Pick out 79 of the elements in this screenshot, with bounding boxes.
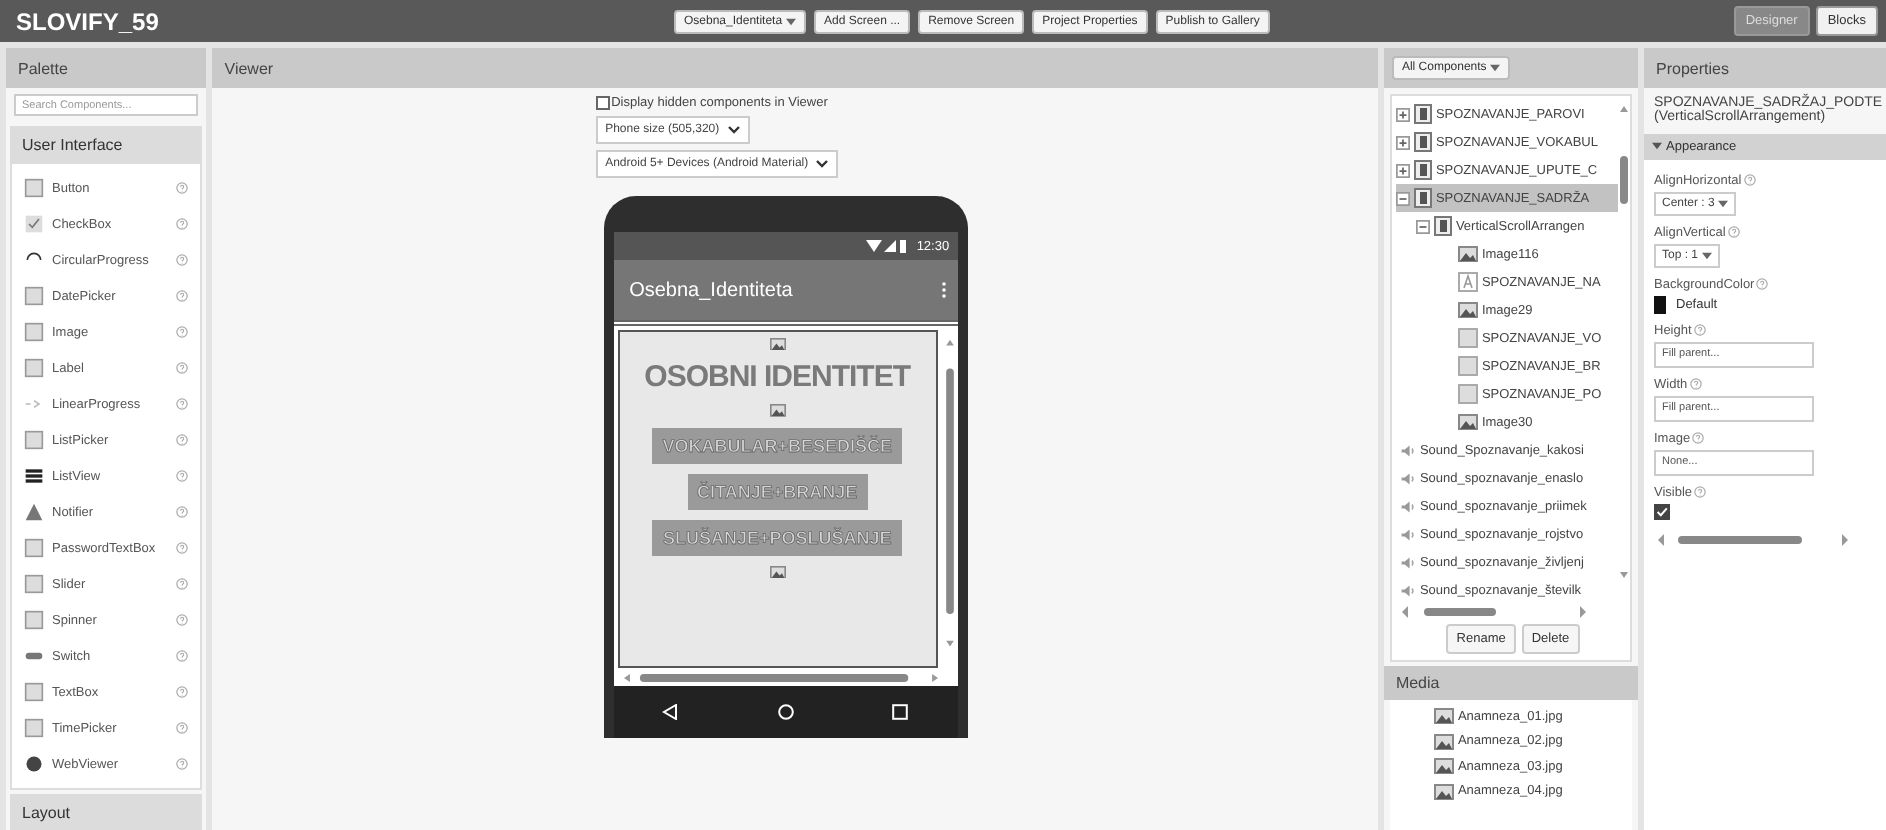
image-icon: [1433, 758, 1454, 775]
help-icon[interactable]: [176, 290, 189, 302]
screen-heading: OSOBNI IDENTITET: [644, 360, 911, 395]
help-icon[interactable]: [176, 470, 189, 482]
caret-icon: [1718, 199, 1729, 208]
image-icon: [769, 404, 786, 418]
speaker-icon: [1399, 443, 1416, 457]
label-icon: [1457, 272, 1478, 292]
panel-header: Viewer: [212, 48, 1378, 88]
help-icon[interactable]: [176, 758, 189, 770]
help-icon[interactable]: [1727, 225, 1740, 238]
scrollbar[interactable]: [1654, 531, 1854, 548]
recents-icon[interactable]: [891, 704, 908, 720]
image-icon: [1457, 246, 1478, 262]
component-icon: [24, 394, 44, 414]
speaker-icon: [1399, 471, 1416, 485]
help-icon[interactable]: [176, 326, 189, 338]
image-icon: [1433, 708, 1454, 725]
help-icon[interactable]: [176, 254, 189, 266]
help-icon[interactable]: [176, 182, 189, 194]
component-icon: [24, 178, 44, 198]
panel-header: Palette: [6, 48, 207, 88]
help-icon[interactable]: [1743, 173, 1756, 186]
speaker-icon: [1399, 555, 1416, 569]
help-icon[interactable]: [1756, 277, 1769, 290]
help-icon[interactable]: [176, 398, 189, 410]
checkbox[interactable]: [1654, 503, 1670, 520]
help-icon[interactable]: [176, 542, 189, 554]
help-icon[interactable]: [176, 218, 189, 230]
speaker-icon: [1399, 583, 1416, 597]
button-icon: [1457, 328, 1478, 348]
warning-icon: [24, 502, 44, 522]
expand-icon[interactable]: [1395, 163, 1410, 177]
image-icon: [1457, 302, 1478, 318]
speaker-icon: [1399, 527, 1416, 541]
expand-icon[interactable]: [1395, 135, 1410, 149]
menu-icon[interactable]: [941, 282, 946, 298]
caret-icon: [1490, 64, 1501, 72]
image-icon: [769, 338, 786, 351]
help-icon[interactable]: [1694, 485, 1707, 498]
chevron-icon: [816, 160, 829, 168]
panel-header: Media: [1383, 666, 1638, 700]
image-icon: [769, 565, 786, 579]
app-title: SLOVIFY_59: [16, 7, 161, 35]
color-swatch[interactable]: [1654, 295, 1666, 314]
category-header[interactable]: User Interface: [10, 126, 203, 162]
help-icon[interactable]: [176, 434, 189, 446]
expand-icon[interactable]: [1395, 107, 1410, 121]
help-icon[interactable]: [176, 722, 189, 734]
speaker-icon: [1399, 499, 1416, 513]
caret-icon: [786, 17, 797, 25]
caret-icon: [1702, 251, 1713, 260]
home-icon[interactable]: [777, 704, 794, 720]
help-icon[interactable]: [1689, 377, 1702, 390]
category-header[interactable]: Layout: [10, 794, 203, 830]
collapse-icon[interactable]: [1415, 219, 1430, 233]
image-icon: [1433, 783, 1454, 800]
back-icon[interactable]: [662, 704, 679, 720]
help-icon[interactable]: [176, 362, 189, 374]
help-icon[interactable]: [176, 506, 189, 518]
component-icon: [24, 214, 44, 234]
help-icon[interactable]: [176, 614, 189, 626]
help-icon[interactable]: [176, 578, 189, 590]
button-icon: [1457, 384, 1478, 404]
screen-title: Osebna_Identiteta: [629, 279, 793, 301]
caret-icon: [1652, 142, 1662, 151]
status-icons: [866, 239, 911, 253]
component-icon: [24, 430, 44, 450]
image-icon: [1433, 733, 1454, 750]
chevron-icon: [727, 126, 740, 134]
button-icon: [1457, 356, 1478, 376]
help-icon[interactable]: [1692, 431, 1705, 444]
collapse-icon[interactable]: [1395, 191, 1410, 205]
help-icon[interactable]: [176, 650, 189, 662]
image-icon: [1457, 414, 1478, 430]
component-icon: [24, 466, 44, 486]
help-icon[interactable]: [1693, 323, 1706, 336]
help-icon[interactable]: [176, 686, 189, 698]
panel-header: Properties: [1644, 48, 1886, 88]
